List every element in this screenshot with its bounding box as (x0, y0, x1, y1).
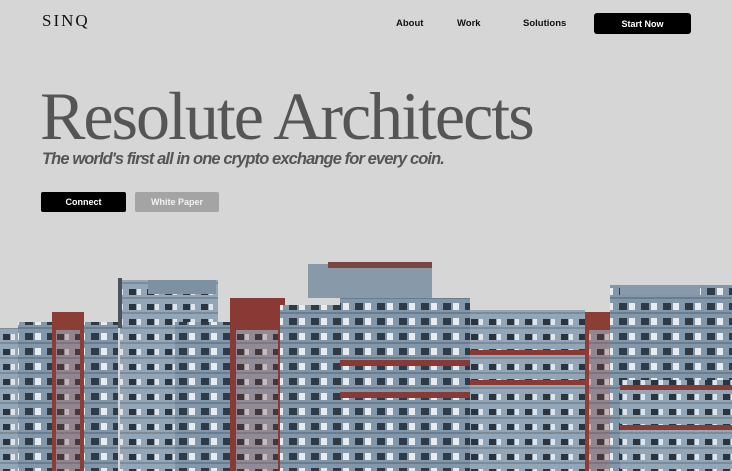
hero-buildings-image (0, 262, 732, 471)
connect-button[interactable]: Connect (41, 192, 126, 212)
hero-subtitle: The world's first all in one crypto exch… (42, 150, 445, 168)
hero-title: Resolute Architects (40, 78, 535, 154)
start-now-button[interactable]: Start Now (594, 13, 691, 34)
nav-link-solutions[interactable]: Solutions (523, 18, 566, 29)
nav-link-about[interactable]: About (396, 18, 423, 29)
white-paper-button[interactable]: White Paper (135, 192, 219, 212)
nav-link-work[interactable]: Work (457, 18, 481, 29)
